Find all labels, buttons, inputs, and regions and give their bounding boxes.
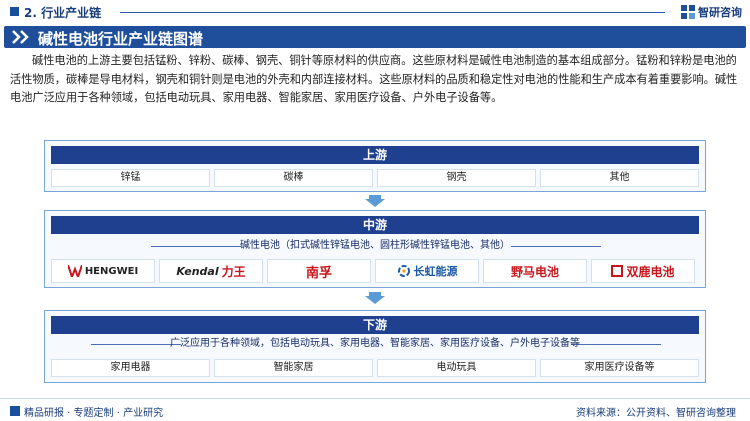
double-chevron-right-icon — [12, 30, 29, 44]
company-name: 南孚 — [305, 265, 332, 281]
downstream-item: 电动玩具 — [377, 359, 536, 377]
upstream-item: 钢壳 — [377, 169, 536, 187]
brand-name: 智研咨询 — [698, 6, 742, 19]
midstream-description: 碱性电池（扣式碱性锌锰电池、圆柱形碱性锌锰电池、其他） — [240, 240, 510, 251]
company-name: HENGWEI — [84, 265, 139, 277]
company-name: Kendal — [176, 264, 219, 278]
top-bar: 2. 行业产业链 智研咨询 — [0, 0, 750, 24]
upstream-item: 其他 — [540, 169, 699, 187]
upstream-panel: 上游 锌锰 碳棒 钢壳 其他 — [44, 140, 706, 192]
midstream-title: 中游 — [51, 216, 699, 234]
footer-tagline: 精品研报 · 专题定制 · 产业研究 — [24, 408, 164, 419]
down-arrow-icon — [365, 292, 385, 304]
hengwei-mark-icon — [67, 265, 82, 277]
footer-source: 资料来源：公开资料、智研咨询整理 — [576, 408, 736, 419]
company-logo-mustang: 野马电池 — [483, 259, 587, 283]
footer: 精品研报 · 专题定制 · 产业研究 资料来源：公开资料、智研咨询整理 — [0, 398, 750, 421]
downstream-description-row: 广泛应用于各种领域，包括电动玩具、家用电器、智能家居、家用医疗设备、户外电子设备… — [51, 337, 699, 351]
brand: 智研咨询 — [681, 4, 742, 20]
downstream-panel: 下游 广泛应用于各种领域，包括电动玩具、家用电器、智能家居、家用医疗设备、户外电… — [44, 310, 706, 383]
intro-paragraph: 碱性电池的上游主要包括锰粉、锌粉、碳棒、钢壳、铜针等原材料的供应商。这些原材料是… — [10, 54, 738, 104]
section-marker — [10, 7, 19, 16]
downstream-description: 广泛应用于各种领域，包括电动玩具、家用电器、智能家居、家用医疗设备、户外电子设备… — [170, 338, 580, 349]
upstream-title: 上游 — [51, 146, 699, 164]
section-title: 2. 行业产业链 — [24, 6, 102, 20]
shuanglu-mark-icon — [611, 265, 624, 277]
company-name: 双鹿电池 — [626, 264, 675, 279]
downstream-item: 智能家居 — [214, 359, 373, 377]
footer-marker — [10, 406, 20, 416]
upstream-items: 锌锰 碳棒 钢壳 其他 — [51, 169, 699, 187]
downstream-title: 下游 — [51, 316, 699, 334]
downstream-item: 家用电器 — [51, 359, 210, 377]
midstream-panel: 中游 碱性电池（扣式碱性锌锰电池、圆柱形碱性锌锰电池、其他） HENGWEI K… — [44, 210, 706, 288]
upstream-item: 碳棒 — [214, 169, 373, 187]
company-logo-shuanglu: 双鹿电池 — [591, 259, 695, 283]
zhiyan-logo-icon — [681, 5, 695, 19]
company-logo-hengwei: HENGWEI — [51, 259, 155, 283]
company-name: 长虹能源 — [413, 265, 458, 278]
header-rule — [120, 12, 665, 13]
changhong-mark-icon — [397, 265, 410, 277]
down-arrow-icon — [365, 195, 385, 207]
company-logo-nanfu: 南孚 — [267, 259, 371, 283]
footer-rule — [0, 398, 750, 399]
company-name-accent: 力王 — [221, 264, 246, 279]
company-logo-kendal: Kendal 力王 — [159, 259, 263, 283]
company-name: 野马电池 — [510, 264, 559, 279]
upstream-item: 锌锰 — [51, 169, 210, 187]
title-bar: 碱性电池行业产业链图谱 — [4, 26, 746, 48]
midstream-description-row: 碱性电池（扣式碱性锌锰电池、圆柱形碱性锌锰电池、其他） — [51, 239, 699, 253]
downstream-item: 家用医疗设备等 — [540, 359, 699, 377]
downstream-items: 家用电器 智能家居 电动玩具 家用医疗设备等 — [51, 359, 699, 377]
company-logos: HENGWEI Kendal 力王 南孚 长虹能源 野马电池 双鹿电池 — [51, 259, 695, 283]
company-logo-changhong: 长虹能源 — [375, 259, 479, 283]
page-title: 碱性电池行业产业链图谱 — [38, 30, 204, 48]
